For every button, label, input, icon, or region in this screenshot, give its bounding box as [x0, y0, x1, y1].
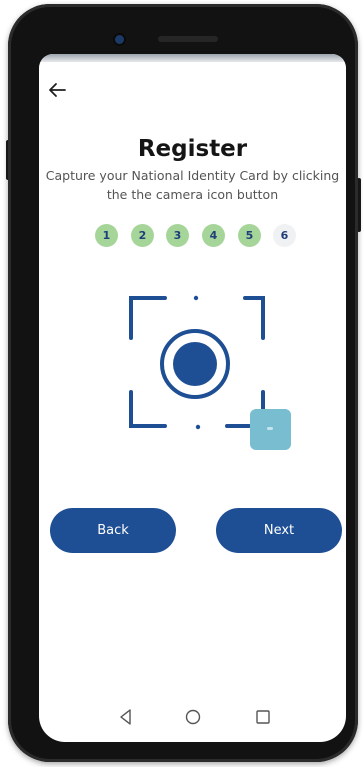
- back-button[interactable]: Back: [50, 508, 176, 553]
- step-6: 6: [273, 224, 296, 247]
- step-4: 4: [202, 224, 225, 247]
- circle-home-icon[interactable]: [184, 708, 202, 726]
- step-1: 1: [95, 224, 118, 247]
- triangle-back-icon[interactable]: [117, 708, 135, 726]
- capture-icon: [267, 427, 273, 430]
- app-screen: Register Capture your National Identity …: [39, 54, 346, 742]
- step-2: 2: [131, 224, 154, 247]
- capture-button[interactable]: [250, 409, 291, 450]
- square-recents-icon[interactable]: [254, 708, 272, 726]
- earpiece-speaker: [158, 36, 218, 42]
- status-bar: [39, 54, 346, 62]
- system-navigation-bar: [39, 698, 346, 738]
- next-button[interactable]: Next: [216, 508, 342, 553]
- page-subtitle: Capture your National Identity Card by c…: [45, 168, 340, 202]
- front-camera: [115, 35, 124, 44]
- step-3: 3: [166, 224, 189, 247]
- step-5: 5: [238, 224, 261, 247]
- phone-frame: Register Capture your National Identity …: [8, 4, 358, 762]
- page-title: Register: [137, 136, 248, 162]
- back-arrow-icon[interactable]: [47, 80, 73, 102]
- step-indicator: 1 2 3 4 5 6: [95, 224, 305, 248]
